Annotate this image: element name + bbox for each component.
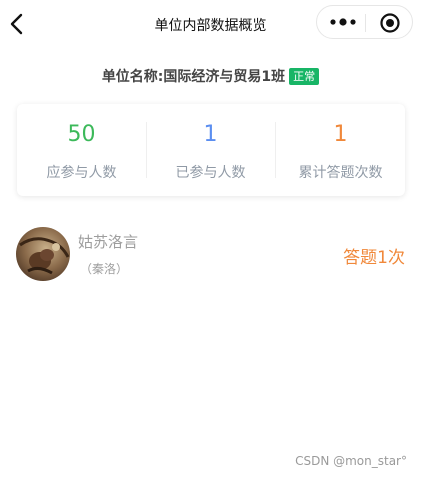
more-button[interactable] bbox=[327, 14, 363, 30]
stat-total-answers-label: 累计答题次数 bbox=[298, 165, 383, 181]
unit-name-value: 国际经济与贸易1班 bbox=[163, 69, 286, 85]
participant-alias: （秦洛） bbox=[80, 262, 129, 276]
unit-name-label: 单位名称: bbox=[101, 69, 164, 85]
capsule-divider bbox=[365, 14, 366, 32]
stat-total-answers-value: 1 bbox=[333, 122, 348, 147]
mini-program-capsule bbox=[316, 5, 413, 39]
close-program-button[interactable] bbox=[379, 12, 401, 34]
stat-total-answers: 1 累计答题次数 bbox=[276, 104, 405, 196]
stats-card: 50 应参与人数 1 已参与人数 1 累计答题次数 bbox=[17, 104, 405, 196]
participant-name: 姑苏洛言 bbox=[78, 233, 139, 251]
page: 单位内部数据概览 单位名称:国际经济与贸易1班 正常 50 应参与人数 1 已参… bbox=[0, 0, 421, 477]
avatar-image bbox=[16, 227, 70, 281]
participant-row[interactable]: 姑苏洛言 （秦洛） 答题1次 bbox=[16, 225, 405, 283]
participant-answer-count: 答题1次 bbox=[343, 248, 405, 268]
watermark: CSDN @mon_star° bbox=[295, 454, 407, 468]
avatar bbox=[16, 227, 70, 281]
stat-expected-label: 应参与人数 bbox=[46, 165, 117, 181]
target-icon bbox=[380, 13, 400, 33]
status-badge: 正常 bbox=[289, 67, 320, 85]
navigation-bar: 单位内部数据概览 bbox=[0, 0, 421, 48]
stat-expected: 50 应参与人数 bbox=[17, 104, 146, 196]
stat-participated: 1 已参与人数 bbox=[146, 104, 275, 196]
stat-participated-value: 1 bbox=[203, 122, 218, 147]
stat-expected-value: 50 bbox=[67, 122, 96, 147]
more-dots-icon bbox=[330, 18, 356, 26]
stat-participated-label: 已参与人数 bbox=[175, 165, 246, 181]
unit-name-line: 单位名称:国际经济与贸易1班 正常 bbox=[0, 66, 421, 86]
